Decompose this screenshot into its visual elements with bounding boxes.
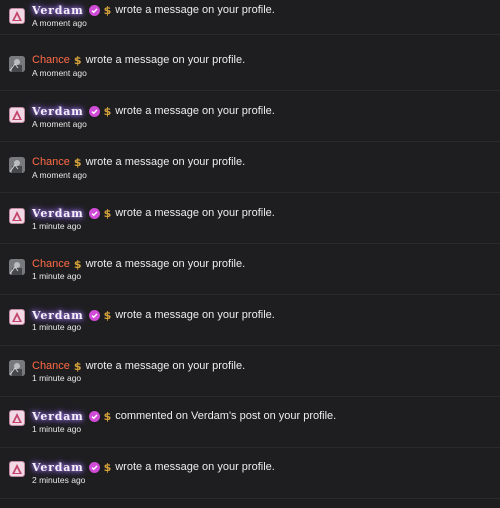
notification-text: wrote a message on your profile. xyxy=(85,54,246,66)
avatar[interactable] xyxy=(9,259,25,275)
avatar[interactable] xyxy=(9,208,25,224)
username[interactable]: Verdam xyxy=(32,410,84,423)
notification-row[interactable]: Verdam $ wrote a message on your profile… xyxy=(0,92,500,142)
avatar[interactable] xyxy=(9,360,25,376)
dollar-coin-icon: $ xyxy=(103,105,112,118)
username[interactable]: Chance xyxy=(32,360,70,373)
timestamp: 1 minute ago xyxy=(32,373,82,383)
dollar-coin-icon: $ xyxy=(73,156,82,169)
username[interactable]: Verdam xyxy=(32,461,84,474)
avatar[interactable] xyxy=(9,56,25,72)
notification-text: wrote a message on your profile. xyxy=(115,309,275,321)
timestamp: 1 minute ago xyxy=(32,424,82,434)
notification-text: wrote a message on your profile. xyxy=(115,207,275,219)
username[interactable]: Verdam xyxy=(32,309,84,322)
check-badge-icon xyxy=(88,5,100,16)
check-badge-icon xyxy=(88,310,100,321)
username[interactable]: Chance xyxy=(32,258,70,271)
notification-text: wrote a message on your profile. xyxy=(85,156,246,168)
check-badge-icon xyxy=(88,462,100,473)
timestamp: A moment ago xyxy=(32,68,87,78)
notification-text: wrote a message on your profile. xyxy=(85,258,246,270)
avatar[interactable] xyxy=(9,107,25,123)
avatar[interactable] xyxy=(9,309,25,325)
avatar[interactable] xyxy=(9,157,25,173)
dollar-coin-icon: $ xyxy=(73,258,82,271)
timestamp: 1 minute ago xyxy=(32,271,82,281)
notification-text: commented on Verdam's post on your profi… xyxy=(115,410,337,422)
username[interactable]: Verdam xyxy=(32,4,84,17)
timestamp: A moment ago xyxy=(32,119,87,129)
dollar-coin-icon: $ xyxy=(73,360,82,373)
dollar-coin-icon: $ xyxy=(103,207,112,220)
avatar[interactable] xyxy=(9,461,25,477)
dollar-coin-icon: $ xyxy=(103,4,112,17)
notification-row[interactable]: Chance $ wrote a message on your profile… xyxy=(0,143,500,193)
dollar-coin-icon: $ xyxy=(103,309,112,322)
notification-text: wrote a message on your profile. xyxy=(115,461,275,473)
notification-row[interactable]: Verdam $ wrote a message on your profile… xyxy=(0,194,500,244)
username[interactable]: Chance xyxy=(32,156,70,169)
notification-row[interactable]: Chance $ wrote a message on your profile… xyxy=(0,41,500,91)
username[interactable]: Verdam xyxy=(32,207,84,220)
check-badge-icon xyxy=(88,208,100,219)
check-badge-icon xyxy=(88,411,100,422)
avatar[interactable] xyxy=(9,8,25,24)
notification-row[interactable]: Verdam $ wrote a message on your profile… xyxy=(0,0,500,35)
notification-row[interactable]: Chance $ wrote a message on your profile… xyxy=(0,347,500,397)
notification-text: wrote a message on your profile. xyxy=(115,4,275,16)
notification-row[interactable]: Verdam $ wrote a message on your profile… xyxy=(0,449,500,499)
avatar[interactable] xyxy=(9,410,25,426)
username[interactable]: Chance xyxy=(32,54,70,67)
timestamp: 1 minute ago xyxy=(32,221,82,231)
timestamp: 2 minutes ago xyxy=(32,475,86,485)
dollar-coin-icon: $ xyxy=(73,54,82,67)
notification-feed: Verdam $ wrote a message on your profile… xyxy=(0,0,500,508)
timestamp: A moment ago xyxy=(32,170,87,180)
notification-text: wrote a message on your profile. xyxy=(115,105,275,117)
timestamp: A moment ago xyxy=(32,18,87,28)
notification-row[interactable]: Chance $ wrote a message on your profile… xyxy=(0,245,500,295)
check-badge-icon xyxy=(88,106,100,117)
dollar-coin-icon: $ xyxy=(103,410,112,423)
notification-row[interactable]: Verdam $ wrote a message on your profile… xyxy=(0,296,500,346)
notification-row[interactable]: Verdam $ commented on Verdam's post on y… xyxy=(0,398,500,448)
dollar-coin-icon: $ xyxy=(103,461,112,474)
timestamp: 1 minute ago xyxy=(32,322,82,332)
username[interactable]: Verdam xyxy=(32,105,84,118)
notification-text: wrote a message on your profile. xyxy=(85,360,246,372)
